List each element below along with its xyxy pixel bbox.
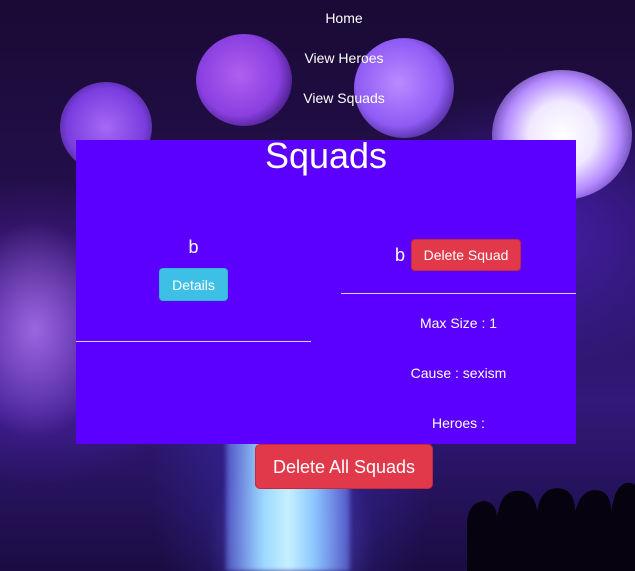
squad-name: b xyxy=(395,245,406,265)
squad-cause: Cause : sexism xyxy=(410,365,507,381)
squad-heroes-label: Heroes : xyxy=(432,415,485,431)
bokeh-light xyxy=(196,34,292,126)
hands-silhouette xyxy=(467,482,635,571)
squads-panel: Squads b Details b Delete Squad Max Size… xyxy=(76,138,576,444)
divider xyxy=(76,341,311,342)
nav-home-link[interactable]: Home xyxy=(0,10,635,26)
squad-detail: b Delete Squad Max Size : 1 Cause : sexi… xyxy=(341,140,576,444)
divider xyxy=(341,293,576,294)
squad-card: b Details xyxy=(76,140,311,444)
nav-view-squads-link[interactable]: View Squads xyxy=(0,90,635,106)
details-button[interactable]: Details xyxy=(159,268,228,301)
squad-max-size: Max Size : 1 xyxy=(419,315,498,331)
nav-view-heroes-link[interactable]: View Heroes xyxy=(0,50,635,66)
delete-squad-button[interactable]: Delete Squad xyxy=(411,239,521,271)
delete-all-squads-button[interactable]: Delete All Squads xyxy=(255,444,433,489)
squad-name: b xyxy=(188,237,199,257)
